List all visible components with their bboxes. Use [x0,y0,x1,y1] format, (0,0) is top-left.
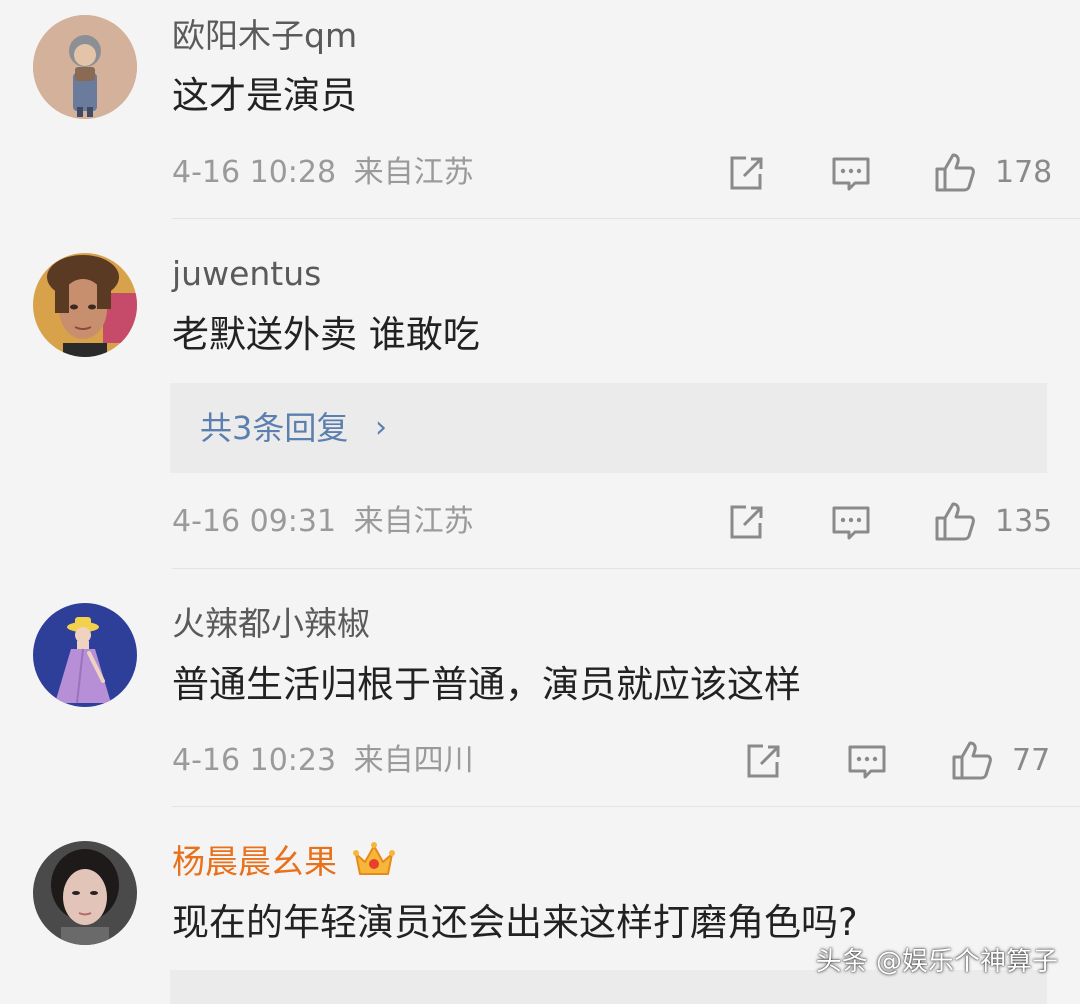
like-icon[interactable] [933,150,977,194]
view-replies-button[interactable]: 共3条回复 › [170,383,1047,473]
comment-icon[interactable] [829,500,873,544]
share-icon[interactable] [741,739,785,783]
comment-icon[interactable] [845,739,889,783]
comment-meta: 4-16 09:31 来自江苏 [172,504,474,540]
comment-text: 这才是演员 [172,74,357,117]
username[interactable]: 火辣都小辣椒 [172,604,370,644]
avatar[interactable] [33,841,137,945]
location: 来自四川 [353,743,474,778]
location: 来自江苏 [353,504,474,539]
location: 来自江苏 [353,155,474,190]
share-icon[interactable] [724,500,768,544]
comment-meta: 4-16 10:28 来自江苏 [172,155,474,191]
divider [172,218,1080,219]
username[interactable]: juwentus [172,254,321,294]
watermark: 头条 @娱乐个神算子 [815,947,1058,977]
crown-badge-icon [352,840,396,880]
comment-text: 老默送外卖 谁敢吃 [172,313,480,356]
timestamp: 4-16 10:28 [172,155,337,190]
like-count: 77 [1012,743,1051,778]
comment-text: 普通生活归根于普通，演员就应该这样 [172,663,801,706]
avatar[interactable] [33,253,137,357]
share-icon[interactable] [724,151,768,195]
username[interactable]: 杨晨晨幺果 [172,842,337,882]
replies-count: 共3条回复 [200,409,349,447]
comment-icon[interactable] [829,151,873,195]
username[interactable]: 欧阳木子qm [172,16,357,56]
like-icon[interactable] [933,499,977,543]
divider [172,806,1080,807]
like-count: 178 [995,155,1053,190]
divider [172,568,1080,569]
avatar[interactable] [33,603,137,707]
like-count: 135 [995,504,1053,539]
comment-meta: 4-16 10:23 来自四川 [172,743,474,779]
like-icon[interactable] [950,738,994,782]
chevron-right-icon: › [375,410,387,445]
timestamp: 4-16 09:31 [172,504,337,539]
timestamp: 4-16 10:23 [172,743,337,778]
avatar[interactable] [33,15,137,119]
comment-text: 现在的年轻演员还会出来这样打磨角色吗? [172,901,858,944]
